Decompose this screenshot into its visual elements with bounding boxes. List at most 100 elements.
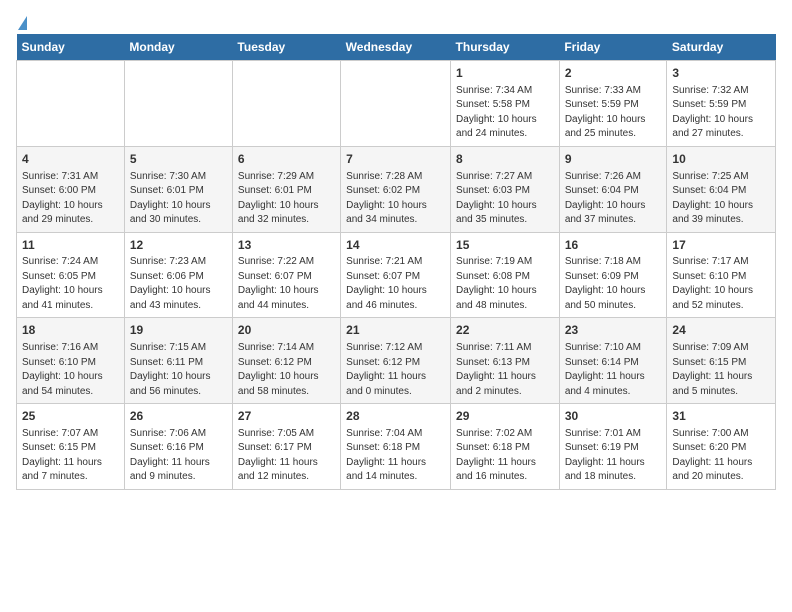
calendar-header-friday: Friday [559,34,667,61]
day-info: Sunrise: 7:27 AM Sunset: 6:03 PM Dayligh… [456,170,554,228]
calendar-cell [341,61,451,147]
day-number: 10 [672,151,770,168]
calendar-cell: 31Sunrise: 7:00 AM Sunset: 6:20 PM Dayli… [667,404,776,490]
day-number: 12 [130,237,227,254]
day-info: Sunrise: 7:19 AM Sunset: 6:08 PM Dayligh… [456,255,554,313]
calendar-cell: 16Sunrise: 7:18 AM Sunset: 6:09 PM Dayli… [559,232,667,318]
day-number: 14 [346,237,445,254]
calendar-cell: 4 Sunrise: 7:31 AM Sunset: 6:00 PM Daylig… [17,146,125,232]
day-info: Sunrise: 7:18 AM Sunset: 6:09 PM Dayligh… [565,255,662,313]
day-number: 9 [565,151,662,168]
day-number: 17 [672,237,770,254]
day-number: 28 [346,408,445,425]
calendar-week-row: 11Sunrise: 7:24 AM Sunset: 6:05 PM Dayli… [17,232,776,318]
day-number: 31 [672,408,770,425]
calendar-cell: 9 Sunrise: 7:26 AM Sunset: 6:04 PM Daylig… [559,146,667,232]
day-number: 22 [456,322,554,339]
calendar-cell: 7 Sunrise: 7:28 AM Sunset: 6:02 PM Daylig… [341,146,451,232]
day-number: 3 [672,65,770,82]
day-info: Sunrise: 7:32 AM Sunset: 5:59 PM Dayligh… [672,84,770,142]
calendar-week-row: 1 Sunrise: 7:34 AM Sunset: 5:58 PM Daylig… [17,61,776,147]
day-number: 7 [346,151,445,168]
day-info: Sunrise: 7:26 AM Sunset: 6:04 PM Dayligh… [565,170,662,228]
calendar-cell: 25 Sunrise: 7:07 AM Sunset: 6:15 PM Dayli… [17,404,125,490]
calendar-cell: 19 Sunrise: 7:15 AM Sunset: 6:11 PM Dayli… [124,318,232,404]
calendar-header-wednesday: Wednesday [341,34,451,61]
calendar-cell: 28 Sunrise: 7:04 AM Sunset: 6:18 PM Dayli… [341,404,451,490]
day-number: 4 [22,151,119,168]
calendar-cell: 15Sunrise: 7:19 AM Sunset: 6:08 PM Dayli… [451,232,560,318]
calendar-cell: 29Sunrise: 7:02 AM Sunset: 6:18 PM Dayli… [451,404,560,490]
calendar-cell: 12Sunrise: 7:23 AM Sunset: 6:06 PM Dayli… [124,232,232,318]
day-info: Sunrise: 7:31 AM Sunset: 6:00 PM Dayligh… [22,170,119,228]
day-number: 24 [672,322,770,339]
day-number: 19 [130,322,227,339]
day-number: 11 [22,237,119,254]
day-info: Sunrise: 7:05 AM Sunset: 6:17 PM Dayligh… [238,427,335,485]
calendar-header-saturday: Saturday [667,34,776,61]
calendar-header-row: SundayMondayTuesdayWednesdayThursdayFrid… [17,34,776,61]
day-info: Sunrise: 7:07 AM Sunset: 6:15 PM Dayligh… [22,427,119,485]
day-number: 2 [565,65,662,82]
calendar-cell: 13Sunrise: 7:22 AM Sunset: 6:07 PM Dayli… [232,232,340,318]
calendar-cell: 17Sunrise: 7:17 AM Sunset: 6:10 PM Dayli… [667,232,776,318]
calendar-cell: 3 Sunrise: 7:32 AM Sunset: 5:59 PM Daylig… [667,61,776,147]
page-header [16,16,776,26]
day-number: 1 [456,65,554,82]
day-info: Sunrise: 7:29 AM Sunset: 6:01 PM Dayligh… [238,170,335,228]
calendar-cell: 11Sunrise: 7:24 AM Sunset: 6:05 PM Dayli… [17,232,125,318]
calendar-cell [124,61,232,147]
calendar-cell [232,61,340,147]
day-info: Sunrise: 7:11 AM Sunset: 6:13 PM Dayligh… [456,341,554,399]
calendar-cell: 23Sunrise: 7:10 AM Sunset: 6:14 PM Dayli… [559,318,667,404]
day-number: 27 [238,408,335,425]
day-info: Sunrise: 7:16 AM Sunset: 6:10 PM Dayligh… [22,341,119,399]
calendar-week-row: 25 Sunrise: 7:07 AM Sunset: 6:15 PM Dayli… [17,404,776,490]
day-info: Sunrise: 7:28 AM Sunset: 6:02 PM Dayligh… [346,170,445,228]
calendar-cell: 21Sunrise: 7:12 AM Sunset: 6:12 PM Dayli… [341,318,451,404]
day-number: 13 [238,237,335,254]
calendar-cell: 24 Sunrise: 7:09 AM Sunset: 6:15 PM Dayli… [667,318,776,404]
day-number: 5 [130,151,227,168]
day-info: Sunrise: 7:15 AM Sunset: 6:11 PM Dayligh… [130,341,227,399]
calendar-cell: 5Sunrise: 7:30 AM Sunset: 6:01 PM Daylig… [124,146,232,232]
day-info: Sunrise: 7:01 AM Sunset: 6:19 PM Dayligh… [565,427,662,485]
calendar-cell: 6 Sunrise: 7:29 AM Sunset: 6:01 PM Daylig… [232,146,340,232]
calendar-header-tuesday: Tuesday [232,34,340,61]
logo [16,16,28,26]
day-info: Sunrise: 7:09 AM Sunset: 6:15 PM Dayligh… [672,341,770,399]
day-number: 25 [22,408,119,425]
day-info: Sunrise: 7:04 AM Sunset: 6:18 PM Dayligh… [346,427,445,485]
day-info: Sunrise: 7:25 AM Sunset: 6:04 PM Dayligh… [672,170,770,228]
calendar-cell: 14Sunrise: 7:21 AM Sunset: 6:07 PM Dayli… [341,232,451,318]
calendar-table: SundayMondayTuesdayWednesdayThursdayFrid… [16,34,776,490]
day-number: 18 [22,322,119,339]
calendar-cell [17,61,125,147]
calendar-cell: 8Sunrise: 7:27 AM Sunset: 6:03 PM Daylig… [451,146,560,232]
calendar-header-sunday: Sunday [17,34,125,61]
calendar-cell: 22 Sunrise: 7:11 AM Sunset: 6:13 PM Dayli… [451,318,560,404]
day-number: 29 [456,408,554,425]
day-info: Sunrise: 7:21 AM Sunset: 6:07 PM Dayligh… [346,255,445,313]
day-info: Sunrise: 7:10 AM Sunset: 6:14 PM Dayligh… [565,341,662,399]
day-info: Sunrise: 7:34 AM Sunset: 5:58 PM Dayligh… [456,84,554,142]
day-info: Sunrise: 7:33 AM Sunset: 5:59 PM Dayligh… [565,84,662,142]
day-info: Sunrise: 7:17 AM Sunset: 6:10 PM Dayligh… [672,255,770,313]
calendar-cell: 20Sunrise: 7:14 AM Sunset: 6:12 PM Dayli… [232,318,340,404]
calendar-cell: 26Sunrise: 7:06 AM Sunset: 6:16 PM Dayli… [124,404,232,490]
calendar-week-row: 18 Sunrise: 7:16 AM Sunset: 6:10 PM Dayli… [17,318,776,404]
day-info: Sunrise: 7:22 AM Sunset: 6:07 PM Dayligh… [238,255,335,313]
calendar-header-monday: Monday [124,34,232,61]
calendar-cell: 18 Sunrise: 7:16 AM Sunset: 6:10 PM Dayli… [17,318,125,404]
day-number: 30 [565,408,662,425]
day-number: 15 [456,237,554,254]
calendar-week-row: 4 Sunrise: 7:31 AM Sunset: 6:00 PM Daylig… [17,146,776,232]
calendar-cell: 10 Sunrise: 7:25 AM Sunset: 6:04 PM Dayli… [667,146,776,232]
calendar-cell: 1 Sunrise: 7:34 AM Sunset: 5:58 PM Daylig… [451,61,560,147]
calendar-cell: 27 Sunrise: 7:05 AM Sunset: 6:17 PM Dayli… [232,404,340,490]
day-info: Sunrise: 7:06 AM Sunset: 6:16 PM Dayligh… [130,427,227,485]
calendar-cell: 30 Sunrise: 7:01 AM Sunset: 6:19 PM Dayli… [559,404,667,490]
calendar-header-thursday: Thursday [451,34,560,61]
day-number: 6 [238,151,335,168]
day-info: Sunrise: 7:23 AM Sunset: 6:06 PM Dayligh… [130,255,227,313]
